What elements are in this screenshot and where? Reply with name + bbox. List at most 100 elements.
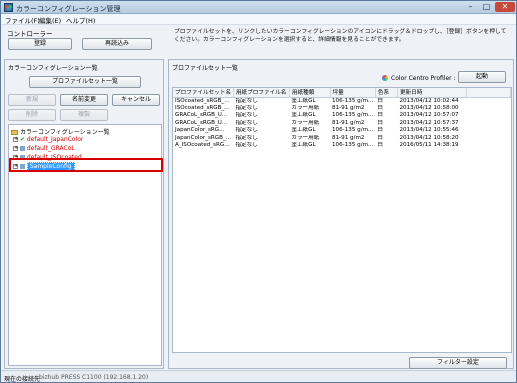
expand-icon[interactable]: + — [13, 146, 18, 151]
profiler-icon — [382, 75, 388, 81]
table-cell: 白 — [377, 104, 383, 111]
controller-area: コントローラー 登録 再読込み プロファイルセットを、リンクしたいカラーコンフィ… — [4, 27, 513, 55]
table-cell: 106-135 g/m... — [332, 112, 374, 119]
table-row[interactable]: A_ISOcoated_sRG... 指定なし 塗工紙GL 106-135 g/… — [173, 142, 511, 149]
profiler-label: Color Centro Profiler : — [391, 75, 456, 82]
table-cell: 106-135 g/m... — [332, 127, 374, 134]
profile-set-table[interactable]: プロファイルセット名 用紙プロファイル名 用紙種類 坪量 色系 更新日時 ISO… — [172, 87, 512, 353]
rename-button[interactable]: 名前変更 — [60, 94, 108, 106]
table-cell: カラー用紙 — [291, 119, 320, 126]
close-button[interactable]: ✕ — [495, 2, 515, 12]
table-cell: 81-91 g/m2 — [332, 104, 365, 111]
table-cell: 指定なし — [235, 112, 258, 119]
table-cell: 指定なし — [235, 141, 258, 148]
table-cell: JapanColor_sRGB_... — [175, 134, 232, 141]
tree-item-label: default_JapanColor — [26, 136, 84, 143]
column-header[interactable]: プロファイルセット名 — [173, 88, 234, 98]
table-cell: 白 — [377, 127, 383, 134]
table-cell: 2016/05/11 14:38:19 — [399, 141, 459, 148]
table-cell: 白 — [377, 119, 383, 126]
tree-item-label: default_GRACoL — [26, 145, 75, 152]
menu-edit[interactable]: 編集(E) — [39, 15, 61, 25]
table-cell: 塗工紙GL — [291, 141, 316, 148]
checkmark-icon: ✔ — [19, 136, 25, 143]
reload-button[interactable]: 再読込み — [82, 38, 152, 50]
column-header-filler — [466, 88, 511, 98]
title-bar: カラーコンフィグレーション管理 – □ ✕ — [1, 1, 516, 14]
menu-bar: ファイル(F) 編集(E) ヘルプ(H) — [1, 14, 516, 25]
profile-set-panel-title: プロファイルセット一覧 — [172, 65, 239, 72]
configuration-panel: カラーコンフィグレーション一覧 プロファイルセット一覧 新規 名前変更 キャンセ… — [4, 59, 164, 369]
table-row[interactable]: GRACoL_sRGB_U... 指定なし カラー用紙 81-91 g/m2 白… — [173, 120, 511, 127]
table-cell: 2013/04/12 10:58:20 — [399, 134, 459, 141]
tree-item-default-gracol[interactable]: + default_GRACoL — [13, 145, 75, 153]
table-cell: ISOcoated_sRGB_... — [175, 104, 230, 111]
filter-settings-button[interactable]: フィルター設定 — [409, 357, 507, 369]
maximize-button[interactable]: □ — [479, 2, 494, 12]
profile-set-panel: プロファイルセット一覧 Color Centro Profiler : 起動 プ… — [168, 59, 514, 369]
table-row[interactable]: JapanColor_sRG... 指定なし 塗工紙GL 106-135 g/m… — [173, 127, 511, 134]
table-cell: 指定なし — [235, 127, 258, 134]
table-row[interactable]: GRACoL_sRGB_U... 指定なし 塗工紙GL 106-135 g/m.… — [173, 112, 511, 119]
config-icon — [19, 146, 25, 151]
table-cell: 白 — [377, 134, 383, 141]
table-cell: カラー用紙 — [291, 104, 320, 111]
menu-file[interactable]: ファイル(F) — [5, 15, 40, 25]
expand-icon[interactable]: + — [13, 137, 18, 142]
table-cell: 白 — [377, 112, 383, 119]
table-cell: 2013/04/12 10:57:37 — [399, 119, 459, 126]
table-cell: 2013/04/12 10:55:46 — [399, 127, 459, 134]
column-header[interactable]: 更新日時 — [397, 88, 468, 98]
table-cell: 指定なし — [235, 104, 258, 111]
controller-label: コントローラー — [7, 30, 53, 38]
status-label: 現在の接続先 — [4, 376, 41, 383]
profile-set-list-button[interactable]: プロファイルセット一覧 — [29, 76, 141, 88]
window-title: カラーコンフィグレーション管理 — [16, 5, 121, 13]
cancel-button[interactable]: キャンセル — [112, 94, 160, 106]
table-cell: JapanColor_sRG... — [175, 127, 225, 134]
tree-root[interactable]: カラーコンフィグレーション一覧 — [11, 127, 110, 136]
table-cell: 2013/04/12 10:02:44 — [399, 97, 459, 104]
table-cell: 2013/04/12 10:57:07 — [399, 112, 459, 119]
table-cell: ISOcoated_sRGB_... — [175, 97, 230, 104]
column-header[interactable]: 色系 — [375, 88, 398, 98]
column-header[interactable]: 用紙プロファイル名 — [233, 88, 290, 98]
table-row[interactable]: ISOcoated_sRGB_... 指定なし カラー用紙 81-91 g/m2… — [173, 105, 511, 112]
table-cell: 81-91 g/m2 — [332, 119, 365, 126]
menu-help[interactable]: ヘルプ(H) — [66, 15, 95, 25]
table-cell: 2013/04/12 10:58:00 — [399, 104, 459, 111]
delete-button[interactable]: 削除 — [8, 109, 56, 121]
selection-highlight-frame — [9, 158, 163, 172]
copy-button[interactable]: 複製 — [60, 109, 108, 121]
configuration-panel-title: カラーコンフィグレーション一覧 — [8, 65, 98, 72]
tree-root-label: カラーコンフィグレーション一覧 — [20, 129, 110, 136]
status-value: bizhub PRESS C1100 (192.168.1.20) — [39, 374, 149, 381]
new-button[interactable]: 新規 — [8, 94, 56, 106]
table-cell: 指定なし — [235, 119, 258, 126]
instruction-text: プロファイルセットを、リンクしたいカラーコンフィグレーションのアイコンにドラッグ… — [174, 29, 507, 43]
table-cell: 106-135 g/m... — [332, 141, 374, 148]
color-management-app-icon — [4, 3, 13, 12]
table-cell: 指定なし — [235, 134, 258, 141]
tree-item-default-japancolor[interactable]: + ✔ default_JapanColor — [13, 136, 83, 144]
register-button[interactable]: 登録 — [8, 38, 72, 50]
table-cell: 塗工紙GL — [291, 127, 316, 134]
main-window: カラーコンフィグレーション管理 – □ ✕ ファイル(F) 編集(E) ヘルプ(… — [0, 0, 517, 383]
table-cell: 白 — [377, 141, 383, 148]
table-cell: 106-135 g/m... — [332, 97, 374, 104]
table-header-row: プロファイルセット名 用紙プロファイル名 用紙種類 坪量 色系 更新日時 — [173, 88, 511, 98]
launch-button[interactable]: 起動 — [458, 71, 506, 83]
minimize-button[interactable]: – — [463, 2, 478, 12]
table-cell: 指定なし — [235, 97, 258, 104]
table-cell: GRACoL_sRGB_U... — [175, 112, 228, 119]
table-cell: A_ISOcoated_sRG... — [175, 141, 230, 148]
column-header[interactable]: 坪量 — [330, 88, 376, 98]
table-row[interactable]: ISOcoated_sRGB_... 指定なし 塗工紙GL 106-135 g/… — [173, 97, 511, 105]
table-cell: 白 — [377, 97, 383, 104]
table-cell: 81-91 g/m2 — [332, 134, 365, 141]
column-header[interactable]: 用紙種類 — [289, 88, 331, 98]
folder-icon — [11, 130, 18, 135]
table-row[interactable]: JapanColor_sRGB_... 指定なし カラー用紙 81-91 g/m… — [173, 135, 511, 142]
table-cell: カラー用紙 — [291, 134, 320, 141]
status-bar: 現在の接続先 bizhub PRESS C1100 (192.168.1.20) — [1, 370, 516, 383]
